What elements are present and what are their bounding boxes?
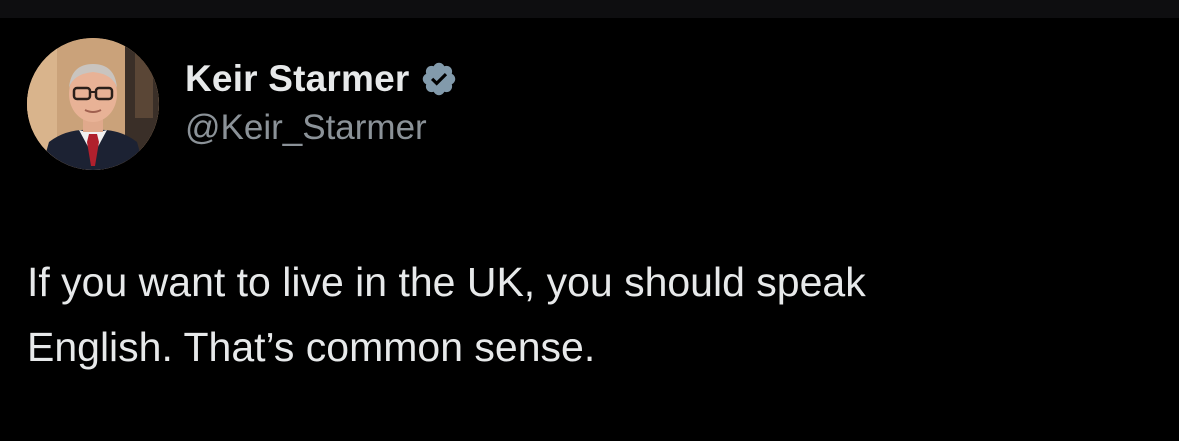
verified-badge-icon [420,60,458,98]
tweet-text-line-2: English. That’s common sense. [27,324,596,370]
tweet-card[interactable]: Keir Starmer @Keir_Starmer If you want t… [0,18,1179,441]
handle[interactable]: @Keir_Starmer [185,108,458,148]
name-row: Keir Starmer [185,56,458,102]
avatar[interactable] [27,38,159,170]
tweet-text-line-1: If you want to live in the UK, you shoul… [27,259,866,305]
tweet-text: If you want to live in the UK, you shoul… [27,250,1147,380]
top-strip [0,0,1179,18]
author-block: Keir Starmer @Keir_Starmer [185,56,458,148]
avatar-image [27,38,159,170]
display-name[interactable]: Keir Starmer [185,58,410,100]
